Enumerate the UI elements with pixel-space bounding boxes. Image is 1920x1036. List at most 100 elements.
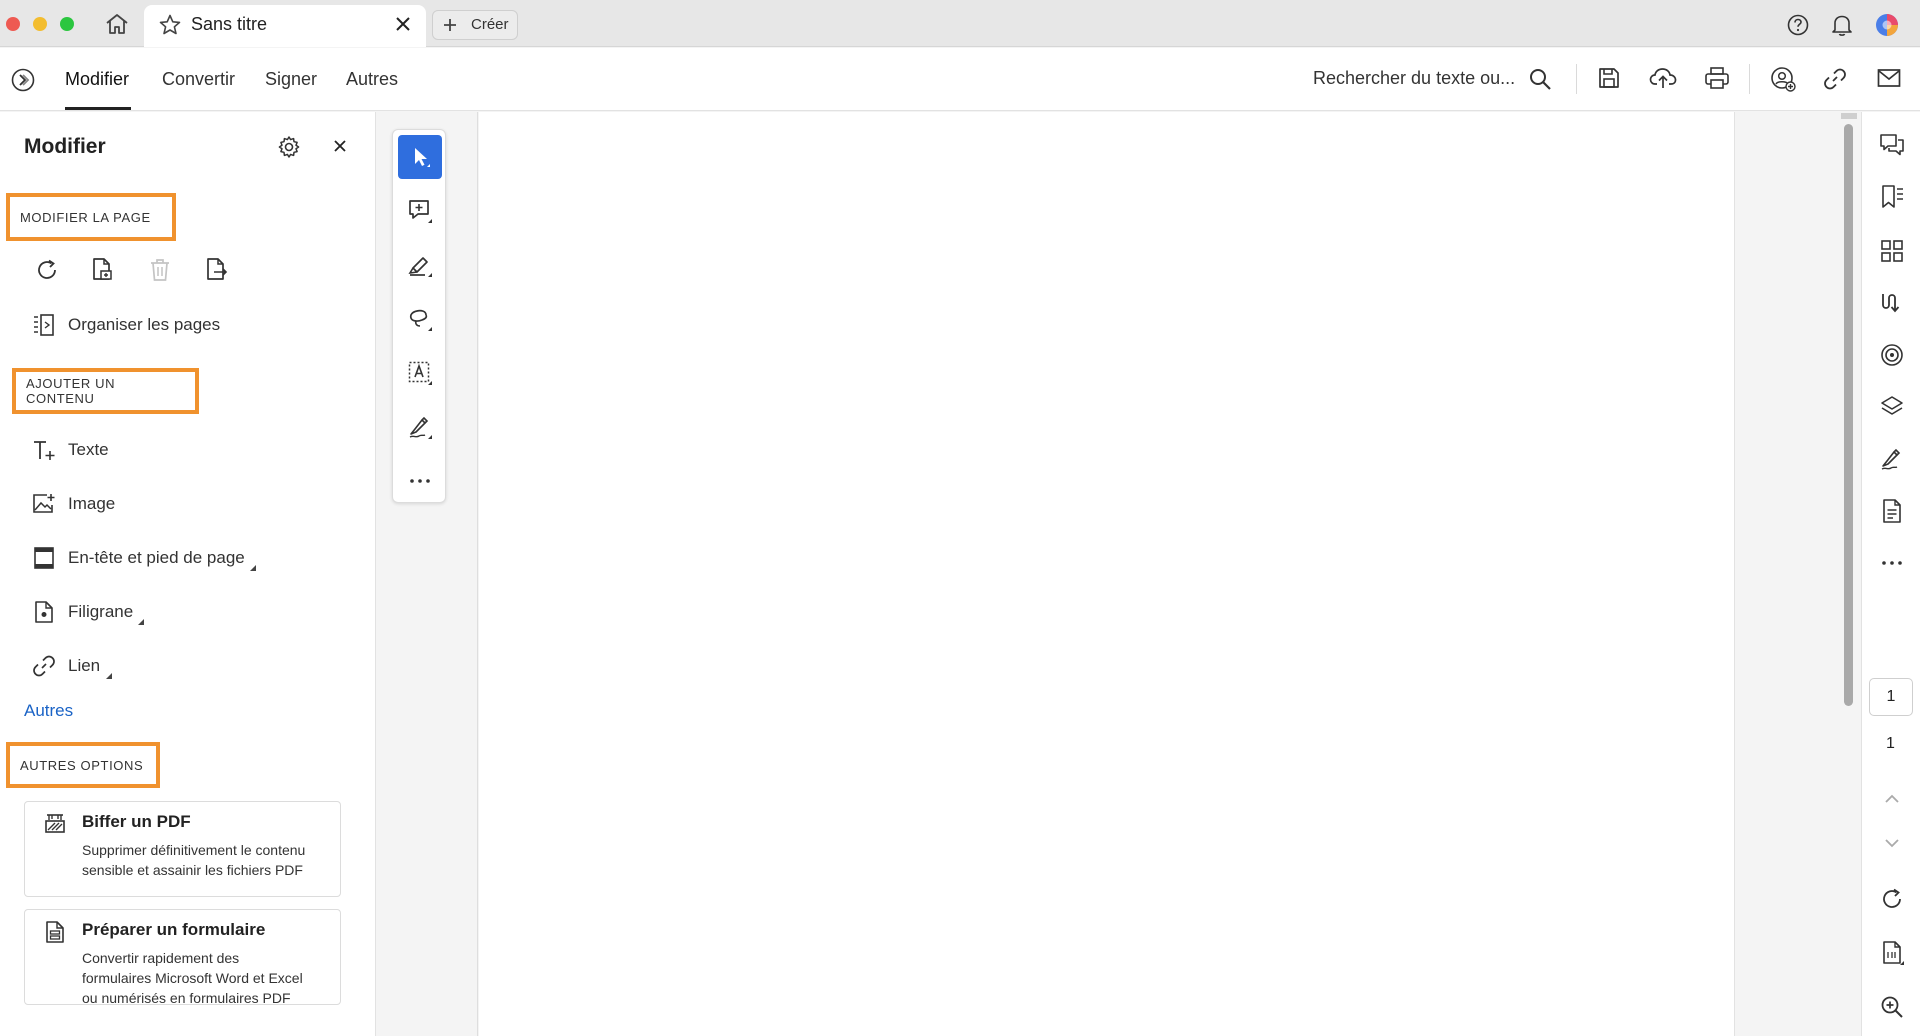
add-link-button[interactable]: Lien: [32, 651, 100, 681]
submenu-indicator: [250, 565, 256, 571]
avatar[interactable]: [1875, 13, 1899, 37]
tab-autres[interactable]: Autres: [346, 69, 398, 90]
upload-icon[interactable]: [1649, 66, 1677, 90]
tab-modifier[interactable]: Modifier: [65, 69, 129, 90]
close-window-button[interactable]: [6, 17, 20, 31]
delete-page-icon[interactable]: [148, 257, 172, 283]
thumbnails-icon[interactable]: [1879, 238, 1905, 264]
more-tools-link[interactable]: Autres: [24, 701, 73, 721]
watermark-icon: [32, 600, 56, 624]
zoom-window-button[interactable]: [60, 17, 74, 31]
add-text-label: Texte: [68, 440, 109, 459]
add-comment-icon: [407, 198, 433, 224]
section-other-options: AUTRES OPTIONS: [6, 742, 160, 788]
add-comment-tool-button[interactable]: [398, 189, 442, 233]
compare-icon[interactable]: [1879, 290, 1905, 316]
total-pages: 1: [1886, 735, 1895, 752]
draw-icon: [407, 306, 433, 332]
highlight-tool-button[interactable]: [398, 243, 442, 287]
edit-panel: [0, 112, 376, 1036]
link-icon[interactable]: [1823, 67, 1847, 91]
sign-tool-button[interactable]: [398, 405, 442, 449]
document-icon[interactable]: [1879, 498, 1905, 524]
chevron-down-icon[interactable]: [1879, 830, 1905, 856]
vertical-scrollbar[interactable]: [1844, 124, 1853, 706]
search-icon[interactable]: [1528, 67, 1552, 91]
email-icon[interactable]: [1877, 68, 1901, 88]
comments-icon[interactable]: [1879, 132, 1905, 158]
add-text-button[interactable]: Texte: [32, 435, 109, 465]
star-icon[interactable]: [158, 13, 182, 37]
organize-pages-button[interactable]: Organiser les pages: [32, 310, 220, 340]
home-icon[interactable]: [104, 12, 130, 36]
close-tab-icon[interactable]: [395, 16, 411, 32]
search-field[interactable]: Rechercher du texte ou...: [1313, 68, 1515, 89]
help-icon[interactable]: [1787, 14, 1809, 36]
organize-pages-label: Organiser les pages: [68, 315, 221, 334]
fill-sign-icon[interactable]: [1879, 446, 1905, 472]
watermark-button[interactable]: Filigrane: [32, 597, 133, 627]
more-tools-button[interactable]: [398, 459, 442, 503]
current-page-input[interactable]: 1: [1869, 678, 1913, 716]
layers-icon[interactable]: [1879, 394, 1905, 420]
section-modify-page: MODIFIER LA PAGE: [6, 193, 176, 241]
link-icon: [32, 654, 56, 678]
prepare-form-title: Préparer un formulaire: [82, 920, 266, 939]
add-link-label: Lien: [68, 656, 101, 675]
text-box-icon: [407, 360, 433, 386]
draw-tool-button[interactable]: [398, 297, 442, 341]
redact-pdf-title: Biffer un PDF: [82, 812, 191, 831]
redact-pdf-card[interactable]: Biffer un PDF Supprimer définitivement l…: [24, 801, 341, 897]
save-icon[interactable]: [1597, 66, 1621, 90]
select-icon: [408, 145, 432, 169]
settings-icon[interactable]: [277, 135, 301, 159]
share-user-icon[interactable]: [1770, 66, 1796, 92]
add-image-button[interactable]: Image: [32, 489, 115, 519]
add-image-icon: [32, 492, 56, 516]
tab-title: Sans titre: [191, 14, 268, 34]
more-icon[interactable]: [1879, 550, 1905, 576]
redact-icon: [43, 812, 67, 836]
scroll-area: [1736, 112, 1860, 1036]
minimize-window-button[interactable]: [33, 17, 47, 31]
form-icon: [43, 920, 67, 944]
protect-icon[interactable]: [1879, 342, 1905, 368]
rotate-icon[interactable]: [35, 258, 59, 282]
tab-signer[interactable]: Signer: [265, 69, 317, 90]
header-footer-icon: [32, 546, 56, 570]
prepare-form-card[interactable]: Préparer un formulaire Convertir rapidem…: [24, 909, 341, 1006]
tab-convertir[interactable]: Convertir: [162, 69, 235, 90]
chevron-up-icon[interactable]: [1879, 786, 1905, 812]
toolbar-divider: [1576, 64, 1577, 94]
create-label: Créer: [471, 16, 509, 33]
close-panel-icon[interactable]: [333, 139, 347, 153]
prepare-form-description: Convertir rapidement des formulaires Mic…: [82, 950, 303, 1006]
header-footer-button[interactable]: En-tête et pied de page: [32, 543, 245, 573]
refresh-icon[interactable]: [1879, 886, 1905, 912]
notifications-icon[interactable]: [1831, 13, 1853, 37]
bookmarks-icon[interactable]: [1879, 184, 1905, 210]
highlight-icon: [407, 252, 433, 278]
document-page[interactable]: [479, 112, 1735, 1036]
zoom-in-icon[interactable]: [1879, 994, 1905, 1020]
header-footer-label: En-tête et pied de page: [68, 548, 245, 567]
toolbar-divider: [1749, 64, 1750, 94]
more-icon: [408, 477, 432, 485]
insert-page-icon[interactable]: [91, 257, 115, 283]
panel-title: Modifier: [24, 135, 106, 158]
text-box-tool-button[interactable]: [398, 351, 442, 395]
actual-size-icon[interactable]: [1879, 940, 1905, 966]
submenu-indicator: [138, 619, 144, 625]
menu-icon[interactable]: [10, 67, 36, 93]
sign-icon: [407, 414, 433, 440]
extract-page-icon[interactable]: [205, 257, 229, 283]
active-tab-indicator: [65, 107, 131, 110]
scrollbar-arrow[interactable]: [1841, 113, 1857, 119]
print-icon[interactable]: [1704, 66, 1730, 90]
document-tab[interactable]: [144, 5, 426, 47]
select-tool-button[interactable]: [398, 135, 442, 179]
plus-icon: [443, 18, 457, 32]
section-add-content: AJOUTER UN CONTENU: [12, 368, 199, 414]
add-text-icon: [32, 438, 56, 462]
redact-pdf-description: Supprimer définitivement le contenu sens…: [82, 842, 306, 878]
